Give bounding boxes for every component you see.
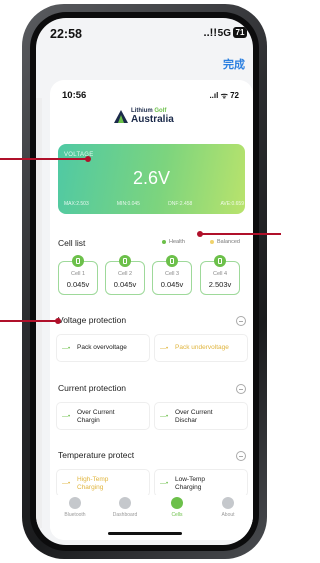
protection-over-current-discharge: —• Over Current Dischar xyxy=(154,402,248,430)
battery-icon: 71 xyxy=(233,27,247,38)
protection-label-line2: Chargin xyxy=(77,417,100,424)
phone-screen: 22:58 ..!! 5G 71 完成 10:56 ..ıl ᯤ 72 Lith… xyxy=(36,18,253,545)
network-label: 5G xyxy=(217,28,231,39)
battery-cell-icon xyxy=(119,255,131,267)
temperature-protection-title: Temperature protect xyxy=(58,450,135,460)
voltage-value: 2.6V xyxy=(132,168,171,188)
legend-health: Health xyxy=(162,239,185,245)
status-arrow-icon: —• xyxy=(62,346,71,352)
cell-list-title: Cell list xyxy=(58,238,86,248)
collapse-icon[interactable] xyxy=(236,384,246,394)
status-arrow-icon: —• xyxy=(160,346,169,352)
logo-line2: Australia xyxy=(131,114,174,125)
voltage-card: VOLTAGE 2.6V MAX:2.503 MIN:0.045 DNF:2.4… xyxy=(58,144,245,214)
voltage-stat-dnf: DNF:2.458 xyxy=(168,201,193,207)
protection-low-temp-charging: —• Low-Temp Charging xyxy=(154,469,248,497)
status-arrow-icon: —• xyxy=(62,414,71,420)
inner-status-icons: ..ıl ᯤ 72 xyxy=(209,91,239,100)
about-icon xyxy=(222,497,234,509)
protection-label-line2: Charging xyxy=(175,484,202,491)
protection-pack-undervoltage: —• Pack undervoltage xyxy=(154,334,248,362)
protection-label-line1: Low-Temp xyxy=(175,476,205,483)
protection-label-line2: Dischar xyxy=(175,417,198,424)
home-indicator[interactable] xyxy=(108,532,182,535)
current-protection-title: Current protection xyxy=(58,383,127,393)
brand-logo: Lithium Golf Australia xyxy=(114,108,214,128)
protection-label: Pack undervoltage xyxy=(175,344,229,351)
callout-line-protection xyxy=(0,320,58,322)
protection-over-current-charge: —• Over Current Chargin xyxy=(56,402,150,430)
dashboard-icon xyxy=(119,497,131,509)
protection-label-line1: High-Temp xyxy=(77,476,109,483)
cell-card-3[interactable]: Cell 3 0.045v xyxy=(152,255,192,295)
voltage-stat-ave: AVE:0.659 xyxy=(220,201,244,207)
cell-name: Cell 4 xyxy=(212,271,228,277)
cell-voltage: 0.045v xyxy=(160,280,184,289)
voltage-stat-max: MAX:2.503 xyxy=(64,201,89,207)
cell-voltage: 2.503v xyxy=(208,280,232,289)
voltage-protection-title: Voltage protection xyxy=(58,315,127,325)
collapse-icon[interactable] xyxy=(236,451,246,461)
cell-card-2[interactable]: Cell 2 0.045v xyxy=(105,255,145,295)
inner-status-time: 10:56 xyxy=(62,90,87,101)
tab-label: Dashboard xyxy=(112,512,138,518)
protection-pack-overvoltage: —• Pack overvoltage xyxy=(56,334,150,362)
logo-triangle-icon xyxy=(114,110,128,123)
status-arrow-icon: —• xyxy=(160,481,169,487)
battery-cell-icon xyxy=(166,255,178,267)
status-arrow-icon: —• xyxy=(62,481,71,487)
protection-label: Pack overvoltage xyxy=(77,344,127,351)
callout-dot-legend xyxy=(197,231,203,237)
done-button[interactable]: 完成 xyxy=(223,56,245,72)
status-time: 22:58 xyxy=(50,27,82,41)
cell-card-4[interactable]: Cell 4 2.503v xyxy=(200,255,240,295)
tab-dashboard[interactable]: Dashboard xyxy=(102,497,148,518)
collapse-icon[interactable] xyxy=(236,316,246,326)
protection-label: High-Temp Charging xyxy=(77,476,108,492)
tab-label: Bluetooth xyxy=(64,512,86,518)
legend-balanced-label: Balanced xyxy=(217,239,240,245)
cells-icon xyxy=(171,497,183,509)
status-arrow-icon: —• xyxy=(160,414,169,420)
battery-cell-icon xyxy=(214,255,226,267)
legend-health-label: Health xyxy=(169,239,185,245)
legend-balanced: Balanced xyxy=(210,239,240,245)
status-bar: 22:58 ..!! 5G 71 xyxy=(36,18,253,52)
protection-label-line1: Over Current xyxy=(175,409,213,416)
cell-name: Cell 3 xyxy=(164,271,180,277)
app-screenshot-card: 10:56 ..ıl ᯤ 72 Lithium Golf Australia V… xyxy=(50,80,253,540)
cell-name: Cell 1 xyxy=(70,271,86,277)
bluetooth-icon xyxy=(69,497,81,509)
cell-voltage: 0.045v xyxy=(113,280,137,289)
cell-voltage: 0.045v xyxy=(66,280,90,289)
voltage-stats: MAX:2.503 MIN:0.045 DNF:2.458 AVE:0.659 xyxy=(64,201,244,207)
tab-cells[interactable]: Cells xyxy=(154,497,200,518)
left-page-edge xyxy=(36,98,42,528)
callout-dot-protection xyxy=(55,318,61,324)
protection-label: Low-Temp Charging xyxy=(175,476,205,492)
callout-line-voltage xyxy=(0,158,88,160)
protection-label: Over Current Dischar xyxy=(175,409,213,425)
protection-high-temp-charging: —• High-Temp Charging xyxy=(56,469,150,497)
voltage-stat-min: MIN:0.045 xyxy=(116,201,140,207)
callout-dot-voltage xyxy=(85,156,91,162)
tab-label: Cells xyxy=(171,512,183,518)
protection-label-line2: Charging xyxy=(77,484,104,491)
tab-label: About xyxy=(221,512,235,518)
protection-label: Over Current Chargin xyxy=(77,409,115,425)
battery-cell-icon xyxy=(72,255,84,267)
cell-card-1[interactable]: Cell 1 0.045v xyxy=(58,255,98,295)
cell-name: Cell 2 xyxy=(117,271,133,277)
callout-line-legend xyxy=(200,233,281,235)
protection-label-line1: Over Current xyxy=(77,409,115,416)
signal-icon: ..!! xyxy=(203,27,217,39)
tab-about[interactable]: About xyxy=(205,497,251,518)
tab-bluetooth[interactable]: Bluetooth xyxy=(52,497,98,518)
